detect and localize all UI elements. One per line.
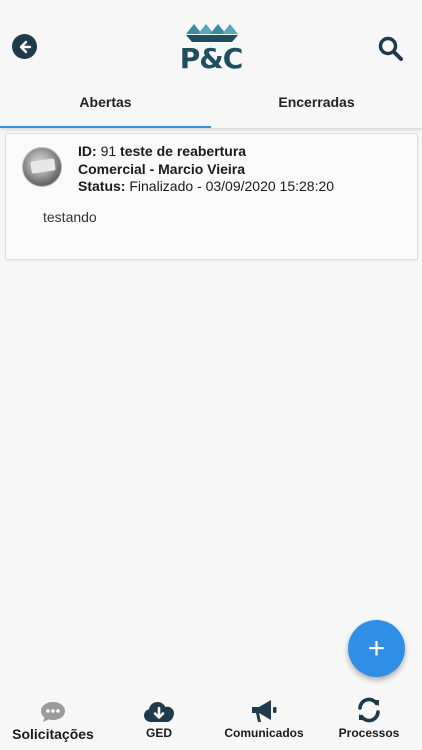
avatar-image [30, 158, 56, 174]
tab-bar: Abertas Encerradas [0, 86, 422, 128]
logo-text: P&C [179, 42, 244, 75]
nav-item-comunicados[interactable]: Comunicados [218, 690, 310, 740]
arrow-left-icon [19, 40, 31, 53]
logo-mark-icon [186, 24, 238, 42]
nav-label-comunicados: Comunicados [224, 726, 304, 740]
bottom-nav: Solicitações GED Comunicados Processos [0, 690, 422, 750]
request-status-line: Status: Finalizado - 03/09/2020 15:28:20 [78, 178, 334, 196]
request-id-line: ID: 91 teste de reabertura [78, 143, 334, 161]
nav-label-processos: Processos [338, 726, 400, 740]
search-button[interactable] [377, 35, 405, 63]
chat-icon [41, 702, 65, 722]
cloud-download-icon [144, 702, 174, 722]
nav-item-processos[interactable]: Processos [332, 690, 406, 740]
app-logo: P&C [176, 22, 246, 78]
plus-icon: + [367, 631, 386, 665]
request-title: teste de reabertura [120, 143, 247, 159]
megaphone-icon [252, 700, 277, 722]
back-button[interactable] [12, 34, 37, 59]
request-card[interactable]: ID: 91 teste de reabertura Comercial - M… [5, 133, 418, 260]
tab-encerradas[interactable]: Encerradas [211, 86, 422, 128]
nav-label-ged: GED [145, 726, 172, 740]
tab-abertas[interactable]: Abertas [0, 86, 211, 128]
request-details: ID: 91 teste de reabertura Comercial - M… [78, 143, 334, 196]
nav-item-ged[interactable]: GED [128, 690, 190, 740]
request-department: Comercial - Marcio Vieira [78, 161, 334, 179]
department-text: Comercial - Marcio Vieira [78, 160, 246, 177]
nav-item-solicitacoes[interactable]: Solicitações [8, 690, 98, 742]
id-value: 91 [100, 143, 117, 159]
status-label: Status: [78, 178, 126, 194]
status-value: Finalizado - 03/09/2020 15:28:20 [129, 178, 335, 194]
request-description: testando [43, 209, 97, 225]
nav-label-solicitacoes: Solicitações [12, 726, 94, 742]
sync-icon [358, 697, 380, 723]
id-label: ID: [78, 143, 97, 159]
app-header: P&C [0, 0, 422, 86]
add-request-button[interactable]: + [348, 620, 405, 677]
search-icon [378, 36, 403, 61]
avatar [22, 147, 62, 187]
